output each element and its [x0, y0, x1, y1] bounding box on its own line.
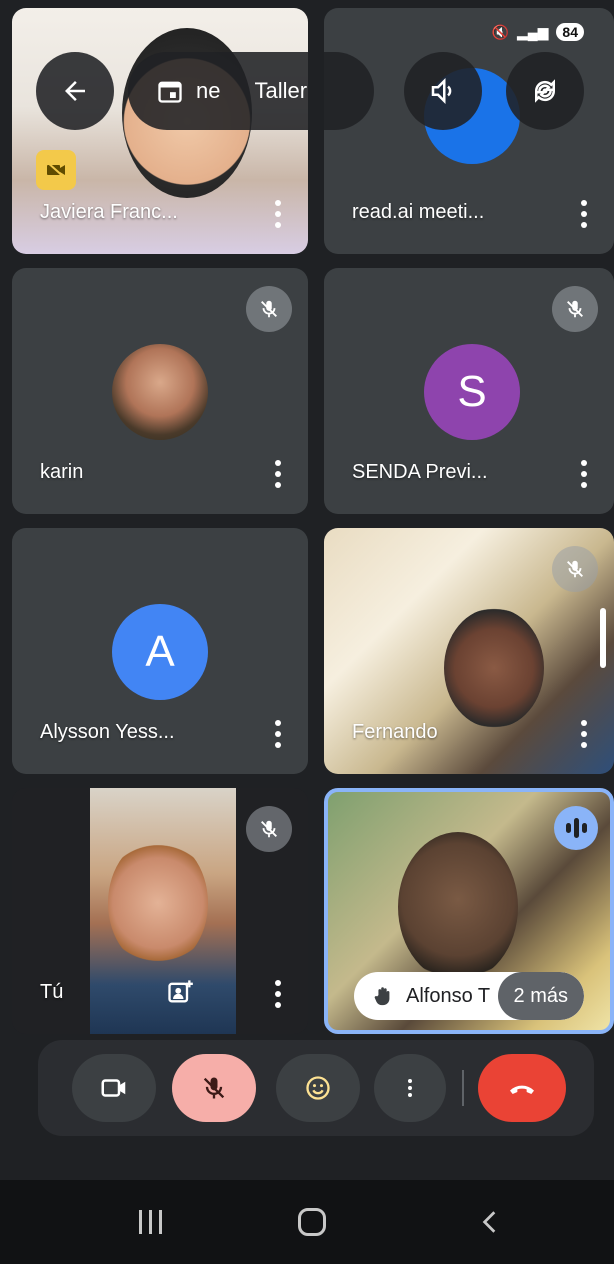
self-face: [108, 838, 208, 968]
speaker-icon: [431, 77, 452, 105]
more-vert-icon: [408, 1079, 412, 1097]
speaker-button[interactable]: [404, 52, 482, 130]
raised-hand-chip[interactable]: Alfonso T 2 más: [354, 972, 584, 1020]
raised-hand-name: Alfonso T: [406, 984, 491, 1007]
participant-name: Alysson Yess...: [40, 721, 175, 743]
participant-video: [398, 832, 518, 982]
participant-tile-alfonso[interactable]: Alfonso T 2 más: [324, 788, 614, 1034]
meeting-title: Taller: [254, 78, 308, 103]
status-bar: 🔇 ▂▄▆ 84: [492, 20, 584, 44]
participant-options-button[interactable]: [574, 196, 594, 232]
video-camera-icon: [101, 1079, 126, 1097]
participant-options-button[interactable]: [574, 456, 594, 492]
smiley-icon: [306, 1076, 330, 1100]
participant-options-button[interactable]: [268, 976, 288, 1012]
participant-name: SENDA Previ...: [352, 461, 488, 483]
participant-video: [444, 608, 544, 728]
mic-off-icon: [203, 1077, 225, 1099]
camera-off-badge: [36, 150, 76, 190]
reactions-button[interactable]: [276, 1054, 360, 1122]
participant-avatar: A: [112, 604, 208, 700]
controls-divider: [462, 1070, 464, 1106]
participant-options-button[interactable]: [268, 196, 288, 232]
participant-name: read.ai meeti...: [352, 201, 485, 223]
more-options-button[interactable]: [374, 1054, 446, 1122]
phone-hangup-icon: [510, 1085, 534, 1094]
home-button[interactable]: [292, 1202, 332, 1242]
recents-button[interactable]: [126, 1200, 174, 1244]
switch-camera-button[interactable]: [506, 52, 584, 130]
portrait-add-icon: [168, 980, 193, 1003]
scroll-handle[interactable]: [600, 608, 606, 668]
mic-toggle-button[interactable]: [172, 1054, 256, 1122]
participant-name: Tú: [40, 981, 64, 1003]
mic-muted-indicator: [246, 806, 292, 852]
back-nav-button[interactable]: [470, 1202, 510, 1242]
mic-off-icon: [261, 300, 277, 318]
switch-camera-icon: [534, 79, 556, 103]
mute-status-icon: 🔇: [491, 23, 509, 40]
video-off-icon: [46, 161, 66, 179]
participant-tile-karin[interactable]: karin: [12, 268, 308, 514]
meeting-title-button[interactable]: ne Taller: [128, 52, 374, 130]
meeting-title-fragment: ne: [196, 78, 221, 103]
end-call-button[interactable]: [478, 1054, 566, 1122]
raised-hand-icon: [374, 987, 390, 1006]
participant-name: Fernando: [352, 721, 438, 743]
mic-off-icon: [567, 560, 583, 578]
participant-tile-readai[interactable]: read.ai meeti...: [324, 8, 614, 254]
mic-off-icon: [261, 820, 277, 838]
participant-name: Javiera Franc...: [40, 201, 178, 223]
participant-tile-alysson[interactable]: A Alysson Yess...: [12, 528, 308, 774]
participant-options-button[interactable]: [574, 716, 594, 752]
participant-tile-fernando[interactable]: Fernando: [324, 528, 614, 774]
participant-options-button[interactable]: [268, 456, 288, 492]
participant-options-button[interactable]: [268, 716, 288, 752]
mic-muted-indicator: [552, 546, 598, 592]
participant-avatar: S: [424, 344, 520, 440]
mic-off-icon: [567, 300, 583, 318]
system-nav-bar: [0, 1180, 614, 1264]
camera-toggle-button[interactable]: [72, 1054, 156, 1122]
participant-tile-javiera[interactable]: Javiera Franc...: [12, 8, 308, 254]
call-controls-bar: [38, 1040, 594, 1136]
participant-avatar: [112, 344, 208, 440]
participant-tile-self[interactable]: Tú: [12, 788, 308, 1034]
speaking-indicator: [554, 806, 598, 850]
add-effects-button[interactable]: [162, 974, 198, 1010]
more-participants-count: 2 más: [497, 972, 584, 1020]
mic-muted-indicator: [552, 286, 598, 332]
back-button[interactable]: [36, 52, 114, 130]
mic-muted-indicator: [246, 286, 292, 332]
participant-tile-senda[interactable]: S SENDA Previ...: [324, 268, 614, 514]
chevron-left-icon: [482, 1211, 496, 1233]
calendar-icon: [158, 81, 182, 103]
battery-badge: 84: [556, 23, 584, 41]
signal-icon: ▂▄▆: [516, 23, 549, 40]
participant-name: karin: [40, 461, 84, 483]
arrow-left-icon: [65, 81, 85, 101]
